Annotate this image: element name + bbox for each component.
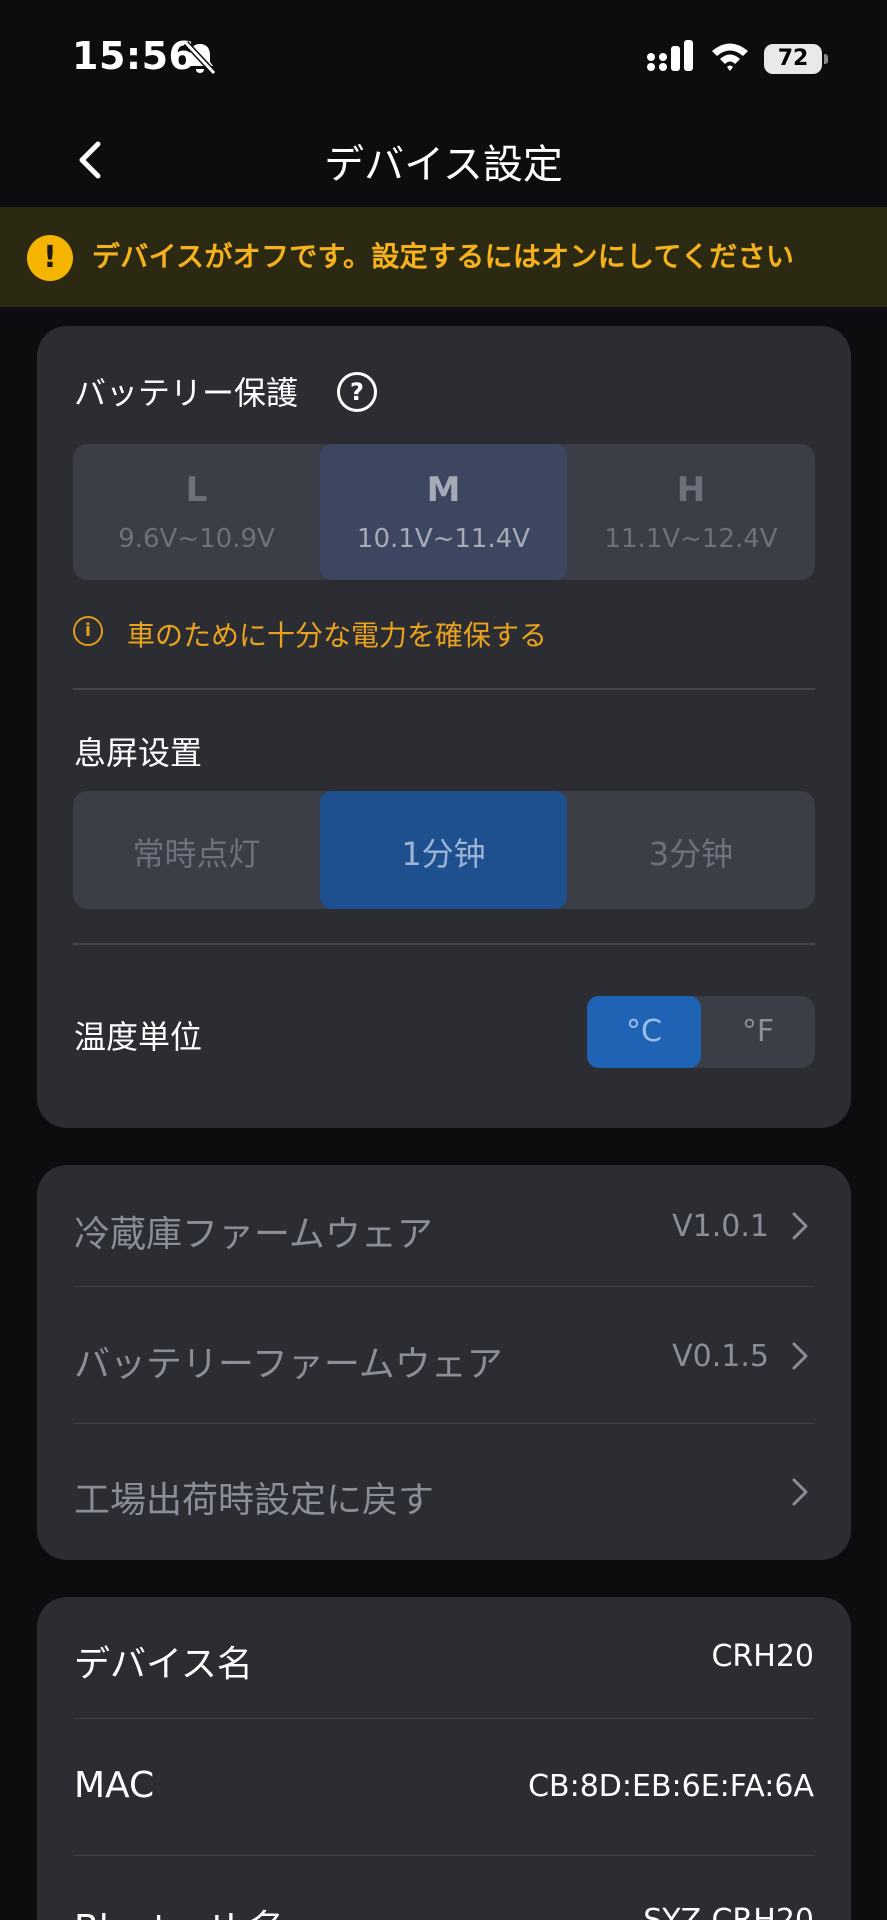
screen-off-option-3min[interactable]: 3分钟 [567,791,815,909]
nav-bar: デバイス設定 [0,110,887,210]
info-icon: i [73,616,103,646]
battery-firmware-version: V0.1.5 [672,1339,769,1374]
screen-off-title: 息屏设置 [74,734,203,772]
mac-row: MAC CB:8D:EB:6E:FA:6A [37,1719,851,1855]
temperature-unit-title: 温度単位 [74,1018,203,1056]
firmware-card: 冷蔵庫ファームウェア V1.0.1 バッテリーファームウェア V0.1.5 工場… [37,1165,851,1560]
divider [73,943,815,945]
signal-icon [647,40,693,71]
status-bar: 15:56 72 [0,0,887,110]
battery-protection-option-m[interactable]: M 10.1V~11.4V [320,444,567,580]
bluetooth-name-value: SYZ-CRH20 [643,1903,814,1920]
fridge-firmware-label: 冷蔵庫ファームウェア [74,1214,433,1255]
device-name-value: CRH20 [711,1639,814,1674]
settings-card: バッテリー保護 ? L 9.6V~10.9V M 10.1V~11.4V H 1… [37,326,851,1128]
page-title: デバイス設定 [324,142,563,188]
warning-icon: ! [27,235,73,281]
battery-firmware-row[interactable]: バッテリーファームウェア V0.1.5 [37,1287,851,1423]
fridge-firmware-row[interactable]: 冷蔵庫ファームウェア V1.0.1 [37,1165,851,1287]
screen-off-option-always[interactable]: 常時点灯 [73,791,320,909]
wifi-icon [712,43,748,71]
chevron-right-icon [792,1212,808,1240]
device-info-card: デバイス名 CRH20 MAC CB:8D:EB:6E:FA:6A Blueto… [37,1597,851,1920]
battery-protection-option-h[interactable]: H 11.1V~12.4V [567,444,815,580]
bluetooth-name-label: Bluetooth名 [74,1899,285,1920]
unit-fahrenheit-option[interactable]: °F [701,996,815,1068]
factory-reset-label: 工場出荷時設定に戻す [74,1480,435,1521]
screen-off-selector: 常時点灯 1分钟 3分钟 [73,791,815,909]
chevron-right-icon [792,1342,808,1370]
fridge-firmware-version: V1.0.1 [672,1209,769,1244]
battery-protection-selector: L 9.6V~10.9V M 10.1V~11.4V H 11.1V~12.4V [73,444,815,580]
screen-off-option-1min[interactable]: 1分钟 [320,791,567,909]
help-icon[interactable]: ? [337,372,377,412]
banner-text: デバイスがオフです。設定するにはオンにしてください [92,240,795,273]
battery-protection-option-l[interactable]: L 9.6V~10.9V [73,444,320,580]
mac-value: CB:8D:EB:6E:FA:6A [528,1769,814,1804]
factory-reset-row[interactable]: 工場出荷時設定に戻す [37,1423,851,1560]
mac-label: MAC [74,1765,155,1806]
unit-celsius-option[interactable]: °C [587,996,701,1068]
bell-off-icon [183,40,217,76]
device-off-banner: ! デバイスがオフです。設定するにはオンにしてください [0,207,887,307]
status-time: 15:56 [72,34,196,78]
battery-firmware-label: バッテリーファームウェア [74,1344,503,1385]
device-name-row: デバイス名 CRH20 [37,1597,851,1719]
chevron-right-icon [792,1478,808,1506]
battery-level: 72 [777,46,809,71]
bluetooth-name-row: Bluetooth名 SYZ-CRH20 [37,1855,851,1920]
device-name-label: デバイス名 [74,1644,253,1685]
divider [73,688,815,690]
battery-protection-info-text: 車のために十分な電力を確保する [127,619,548,652]
temperature-unit-toggle: °C °F [587,996,815,1068]
battery-protection-title: バッテリー保護 [74,374,299,412]
battery-icon: 72 [764,44,828,74]
